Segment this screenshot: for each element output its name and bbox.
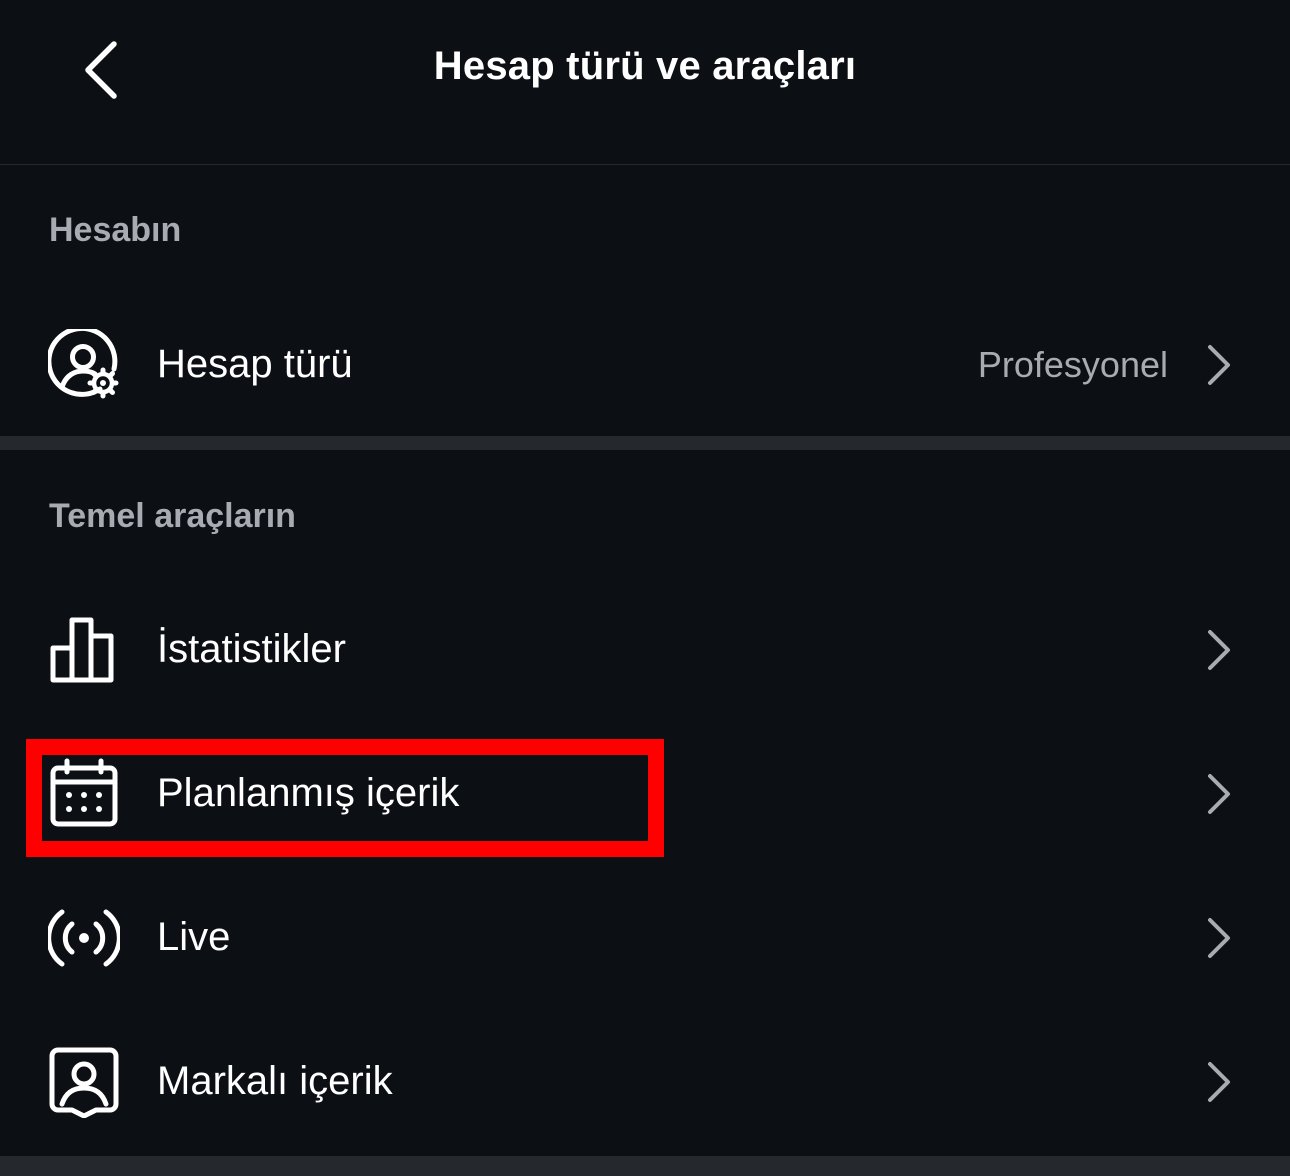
bar-chart-icon bbox=[50, 617, 114, 683]
row-insights[interactable]: İstatistikler bbox=[0, 580, 1290, 720]
row-label: Markalı içerik bbox=[157, 1059, 393, 1103]
section-divider bbox=[0, 436, 1290, 450]
top-bar: Hesap türü ve araçları bbox=[0, 0, 1290, 165]
row-label: İstatistikler bbox=[157, 627, 346, 671]
chevron-right-icon bbox=[1208, 630, 1230, 670]
section-title-account: Hesabın bbox=[49, 211, 182, 249]
chevron-right-icon bbox=[1208, 918, 1230, 958]
broadcast-icon bbox=[48, 909, 120, 967]
highlight-box bbox=[26, 739, 664, 857]
row-label: Live bbox=[157, 915, 231, 959]
row-label: Hesap türü bbox=[157, 342, 353, 386]
chevron-right-icon bbox=[1208, 345, 1230, 385]
branded-content-icon bbox=[49, 1047, 119, 1118]
account-type-value: Profesyonel bbox=[977, 344, 1168, 385]
row-account-type[interactable]: Hesap türü Profesyonel bbox=[0, 295, 1290, 435]
row-branded-content[interactable]: Markalı içerik bbox=[0, 1012, 1290, 1152]
chevron-right-icon bbox=[1208, 774, 1230, 814]
row-live[interactable]: Live bbox=[0, 868, 1290, 1008]
account-tools-screen: Hesap türü ve araçları Hesabın Hesap tür… bbox=[0, 0, 1290, 1176]
section-title-tools: Temel araçların bbox=[49, 497, 296, 535]
chevron-right-icon bbox=[1208, 1062, 1230, 1102]
bottom-divider bbox=[0, 1156, 1290, 1176]
user-settings-icon bbox=[48, 329, 119, 399]
page-title: Hesap türü ve araçları bbox=[433, 44, 857, 88]
